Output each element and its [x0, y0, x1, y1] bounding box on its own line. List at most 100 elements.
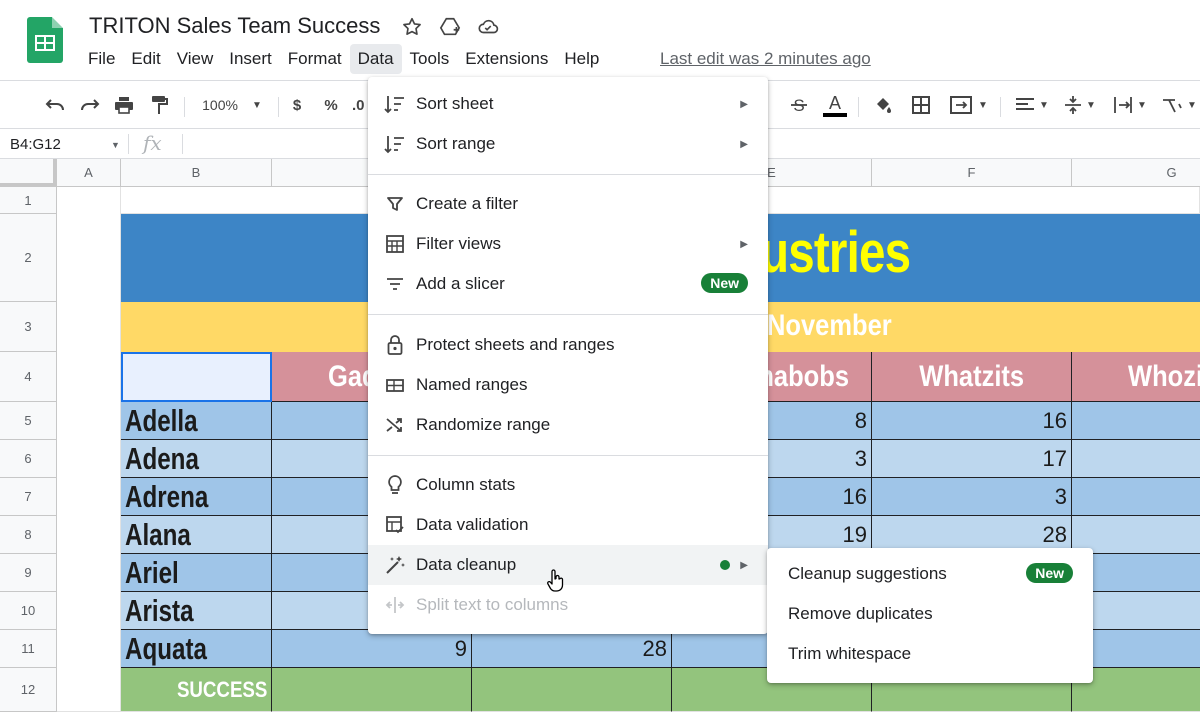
column-header-f[interactable]: F — [872, 159, 1072, 187]
menu-edit[interactable]: Edit — [123, 44, 168, 74]
data-cell-c11[interactable]: 9 — [272, 630, 472, 668]
column-a-cells[interactable] — [57, 187, 121, 712]
success-cell[interactable] — [472, 668, 672, 712]
row-header-12[interactable]: 12 — [0, 668, 57, 712]
menu-format[interactable]: Format — [280, 44, 350, 74]
menu-item-data-cleanup[interactable]: Data cleanup ▶ — [368, 545, 768, 585]
menu-item-trim-whitespace[interactable]: Trim whitespace — [767, 634, 1093, 674]
row-header-1[interactable]: 1 — [0, 187, 57, 214]
name-cell[interactable]: Aquata — [121, 630, 272, 668]
row-header-3[interactable]: 3 — [0, 302, 57, 352]
data-cell-d11[interactable]: 28 — [472, 630, 672, 668]
menu-item-randomize-range[interactable]: Randomize range — [368, 405, 768, 445]
name-text: Alana — [125, 516, 191, 552]
name-cell[interactable]: Arista — [121, 592, 272, 630]
row-header-11[interactable]: 11 — [0, 630, 57, 668]
row-header-9[interactable]: 9 — [0, 554, 57, 592]
data-cell-f6[interactable]: 17 — [872, 440, 1072, 478]
move-to-drive-icon[interactable] — [436, 14, 464, 40]
data-cell[interactable] — [1072, 478, 1200, 516]
filter-views-icon — [384, 233, 406, 255]
menu-item-cleanup-suggestions[interactable]: Cleanup suggestions New — [767, 554, 1093, 594]
row-header-6[interactable]: 6 — [0, 440, 57, 478]
data-cell-f7[interactable]: 3 — [872, 478, 1072, 516]
text-wrapping-icon[interactable]: ▼ — [1110, 91, 1150, 119]
menu-bar: File Edit View Insert Format Data Tools … — [80, 44, 607, 74]
text-rotation-icon[interactable]: ▼ — [1158, 91, 1200, 119]
new-badge: New — [1026, 563, 1073, 583]
success-label: SUCCESS — [176, 676, 267, 702]
merge-cells-icon[interactable]: ▼ — [945, 91, 993, 119]
name-text: Aquata — [125, 630, 207, 666]
column-header-a[interactable]: A — [57, 159, 121, 187]
name-text: Adella — [125, 402, 198, 438]
name-cell[interactable]: Adella — [121, 402, 272, 440]
row-header-5[interactable]: 5 — [0, 402, 57, 440]
horizontal-align-icon[interactable]: ▼ — [1012, 91, 1052, 119]
zoom-select[interactable]: 100% ▼ — [194, 91, 270, 119]
menu-item-add-slicer[interactable]: Add a slicer New — [368, 264, 768, 304]
name-box[interactable]: B4:G12 — [0, 130, 128, 158]
sort-icon — [384, 133, 406, 155]
cloud-saved-icon[interactable] — [474, 14, 502, 40]
text-color-icon[interactable]: A — [821, 91, 849, 119]
data-cell-f5[interactable]: 16 — [872, 402, 1072, 440]
strikethrough-icon[interactable]: S — [786, 91, 812, 119]
name-cell[interactable]: Adena — [121, 440, 272, 478]
selected-cell-b4[interactable] — [121, 352, 272, 402]
menu-file[interactable]: File — [80, 44, 123, 74]
borders-icon[interactable] — [908, 91, 934, 119]
chevron-down-icon: ▼ — [251, 99, 262, 111]
chevron-down-icon[interactable]: ▼ — [111, 140, 120, 150]
paint-format-icon[interactable] — [146, 91, 172, 119]
row-header-7[interactable]: 7 — [0, 478, 57, 516]
menu-item-sort-range[interactable]: Sort range ▶ — [368, 124, 768, 164]
menu-data[interactable]: Data — [349, 44, 402, 74]
column-header-b[interactable]: B — [121, 159, 272, 187]
last-edit-link[interactable]: Last edit was 2 minutes ago — [660, 49, 871, 69]
sheets-logo-icon[interactable] — [27, 17, 63, 63]
decrease-decimal-button[interactable]: .0 — [352, 91, 368, 119]
menu-item-named-ranges[interactable]: Named ranges — [368, 365, 768, 405]
row-header-8[interactable]: 8 — [0, 516, 57, 554]
data-cell[interactable] — [1072, 440, 1200, 478]
data-cell[interactable] — [1072, 402, 1200, 440]
format-percent-button[interactable]: % — [320, 91, 342, 119]
menu-item-split-text[interactable]: Split text to columns — [368, 585, 768, 625]
star-icon[interactable] — [398, 14, 426, 40]
document-title[interactable]: TRITON Sales Team Success — [89, 13, 380, 39]
menu-item-protect-sheets[interactable]: Protect sheets and ranges — [368, 325, 768, 365]
menu-item-filter-views[interactable]: Filter views ▶ — [368, 224, 768, 264]
row-header-2[interactable]: 2 — [0, 214, 57, 302]
header-whatzits[interactable]: Whatzits — [872, 352, 1072, 402]
name-cell[interactable]: Ariel — [121, 554, 272, 592]
svg-text:A: A — [829, 93, 841, 113]
select-all-corner[interactable] — [0, 159, 57, 187]
menu-view[interactable]: View — [169, 44, 222, 74]
row-header-4[interactable]: 4 — [0, 352, 57, 402]
name-cell[interactable]: Adrena — [121, 478, 272, 516]
header-whozits[interactable]: Whozit — [1072, 352, 1200, 402]
name-cell[interactable]: Alana — [121, 516, 272, 554]
format-currency-button[interactable]: $ — [286, 91, 308, 119]
menu-extensions[interactable]: Extensions — [457, 44, 556, 74]
undo-icon[interactable] — [42, 91, 68, 119]
row-header-10[interactable]: 10 — [0, 592, 57, 630]
fill-color-icon[interactable] — [870, 91, 896, 119]
success-cell[interactable] — [272, 668, 472, 712]
success-cell[interactable]: SUCCESS — [121, 668, 272, 712]
menu-help[interactable]: Help — [556, 44, 607, 74]
menu-item-create-filter[interactable]: Create a filter — [368, 184, 768, 224]
menu-item-sort-sheet[interactable]: Sort sheet ▶ — [368, 84, 768, 124]
data-cleanup-submenu: Cleanup suggestions New Remove duplicate… — [767, 548, 1093, 683]
print-icon[interactable] — [111, 91, 137, 119]
column-header-g[interactable]: G — [1072, 159, 1200, 187]
menu-item-remove-duplicates[interactable]: Remove duplicates — [767, 594, 1093, 634]
menu-item-data-validation[interactable]: Data validation — [368, 505, 768, 545]
menu-insert[interactable]: Insert — [221, 44, 280, 74]
redo-icon[interactable] — [77, 91, 103, 119]
vertical-align-icon[interactable]: ▼ — [1060, 91, 1100, 119]
lightbulb-icon — [384, 474, 406, 496]
menu-item-column-stats[interactable]: Column stats — [368, 465, 768, 505]
menu-tools[interactable]: Tools — [402, 44, 458, 74]
